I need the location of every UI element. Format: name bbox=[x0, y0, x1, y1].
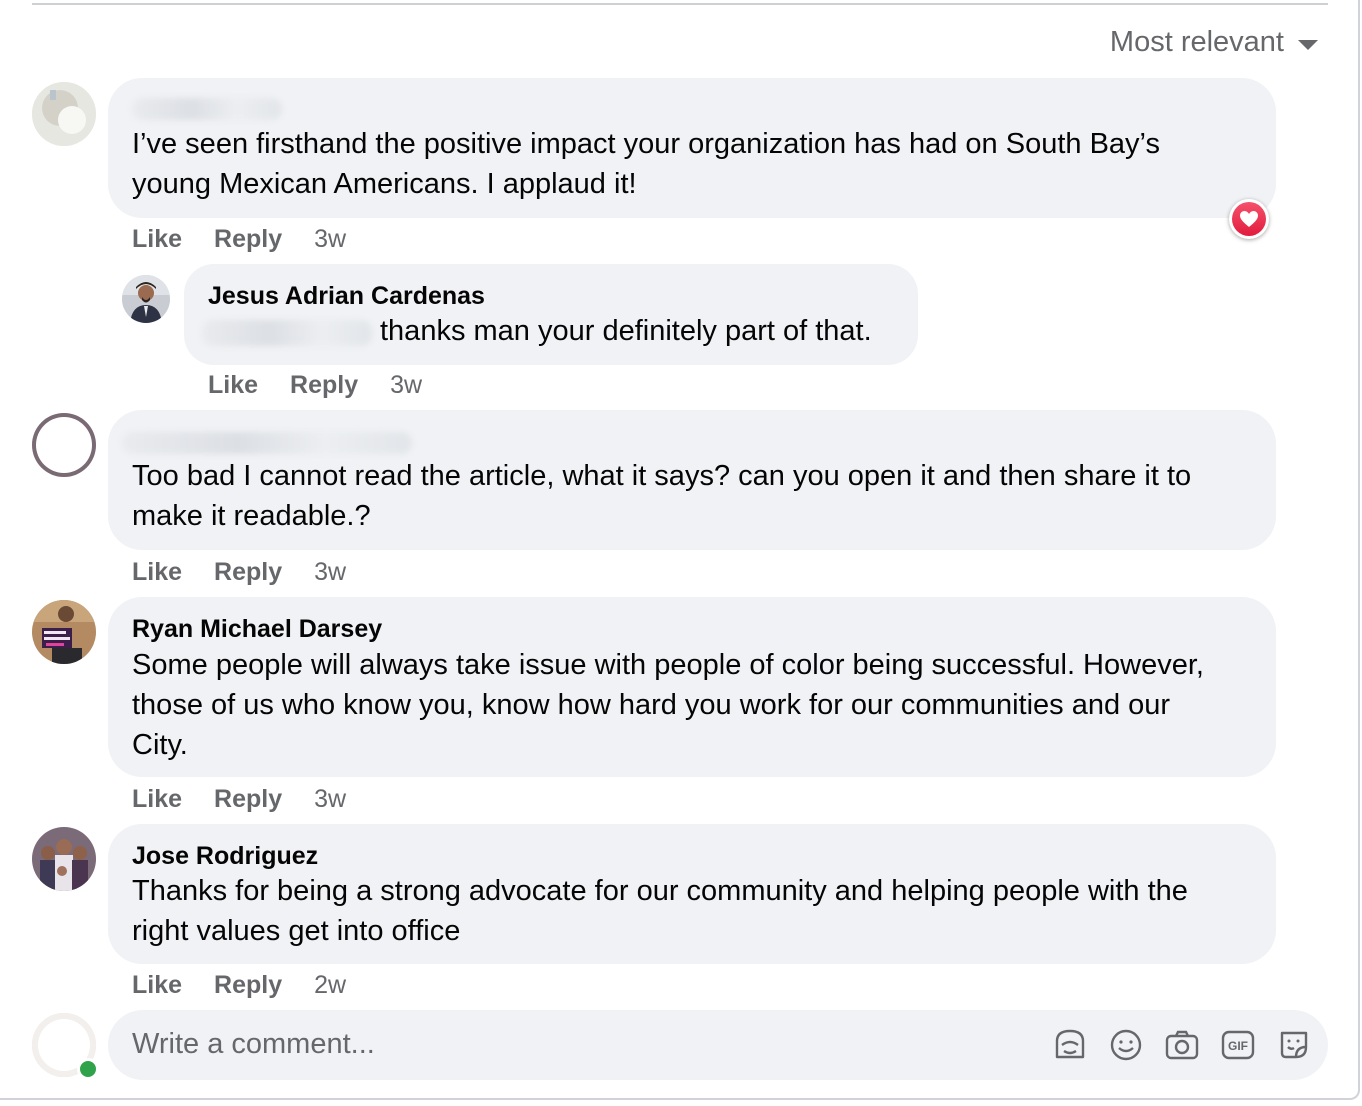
comment-author[interactable]: Jose Rodriguez bbox=[132, 842, 318, 871]
sort-label: Most relevant bbox=[1109, 26, 1284, 58]
avatar[interactable] bbox=[32, 827, 96, 891]
timestamp[interactable]: 3w bbox=[314, 785, 346, 814]
comment-text-line: young Mexican Americans. I applaud it! bbox=[132, 168, 637, 200]
redacted-author-name bbox=[132, 98, 282, 120]
reply-button[interactable]: Reply bbox=[214, 558, 282, 587]
comment-text-line: right values get into office bbox=[132, 915, 461, 947]
avatar[interactable] bbox=[122, 275, 170, 323]
comment-author[interactable]: Jesus Adrian Cardenas bbox=[208, 282, 485, 311]
avatar[interactable] bbox=[32, 413, 96, 477]
reply-button[interactable]: Reply bbox=[290, 371, 358, 400]
like-button[interactable]: Like bbox=[132, 971, 182, 1000]
comment-actions: Like Reply 3w bbox=[132, 785, 346, 814]
like-button[interactable]: Like bbox=[132, 785, 182, 814]
avatar[interactable] bbox=[32, 82, 96, 146]
comment-text-line: thanks man your definitely part of that. bbox=[380, 315, 872, 347]
redacted-mention bbox=[202, 320, 372, 346]
comment-text-line: City. bbox=[132, 729, 188, 761]
avatar-sticker-icon[interactable] bbox=[1052, 1027, 1088, 1063]
svg-text:GIF: GIF bbox=[1228, 1039, 1248, 1053]
camera-icon[interactable] bbox=[1164, 1027, 1200, 1063]
emoji-icon[interactable] bbox=[1108, 1027, 1144, 1063]
comment-text-line: Too bad I cannot read the article, what … bbox=[132, 460, 1192, 492]
sticker-icon[interactable] bbox=[1276, 1027, 1312, 1063]
comment-text-line: those of us who know you, know how hard … bbox=[132, 689, 1171, 721]
comment-bubble: Too bad I cannot read the article, what … bbox=[108, 410, 1276, 550]
redacted-author-name bbox=[122, 432, 412, 454]
gif-icon[interactable]: GIF bbox=[1220, 1027, 1256, 1063]
comment-actions: Like Reply 3w bbox=[208, 371, 422, 400]
comment-text-line: Thanks for being a strong advocate for o… bbox=[132, 875, 1188, 907]
timestamp[interactable]: 2w bbox=[314, 971, 346, 1000]
comment-input[interactable]: Write a comment... bbox=[132, 1028, 375, 1061]
sort-dropdown[interactable]: Most relevant bbox=[1110, 26, 1318, 59]
timestamp[interactable]: 3w bbox=[390, 371, 422, 400]
reply-button[interactable]: Reply bbox=[214, 225, 282, 254]
comment-actions: Like Reply 3w bbox=[132, 558, 346, 587]
comment-bubble: I’ve seen firsthand the positive impact … bbox=[108, 78, 1276, 218]
comment-actions: Like Reply 3w bbox=[132, 225, 346, 254]
comment-actions: Like Reply 2w bbox=[132, 971, 346, 1000]
love-reaction[interactable] bbox=[1229, 199, 1269, 239]
timestamp[interactable]: 3w bbox=[314, 225, 346, 254]
reply-button[interactable]: Reply bbox=[214, 785, 282, 814]
reply-button[interactable]: Reply bbox=[214, 971, 282, 1000]
online-status-indicator bbox=[77, 1058, 99, 1080]
divider bbox=[32, 3, 1328, 5]
comment-text-line: I’ve seen firsthand the positive impact … bbox=[132, 128, 1160, 160]
comment-bubble: Jose Rodriguez Thanks for being a strong… bbox=[108, 824, 1276, 964]
avatar[interactable] bbox=[32, 600, 96, 664]
caret-down-icon bbox=[1298, 39, 1318, 50]
like-button[interactable]: Like bbox=[208, 371, 258, 400]
heart-icon bbox=[1240, 211, 1258, 227]
timestamp[interactable]: 3w bbox=[314, 558, 346, 587]
comment-text-line: Some people will always take issue with … bbox=[132, 649, 1204, 681]
like-button[interactable]: Like bbox=[132, 558, 182, 587]
comment-text-line: make it readable.? bbox=[132, 500, 371, 532]
comments-panel: Most relevant I’ve seen firsthand the po… bbox=[0, 0, 1360, 1100]
comment-bubble: Ryan Michael Darsey Some people will alw… bbox=[108, 597, 1276, 777]
like-button[interactable]: Like bbox=[132, 225, 182, 254]
reply-bubble: Jesus Adrian Cardenas thanks man your de… bbox=[184, 264, 918, 365]
comment-author[interactable]: Ryan Michael Darsey bbox=[132, 615, 382, 644]
comment-composer[interactable]: Write a comment... GIF bbox=[108, 1010, 1328, 1080]
